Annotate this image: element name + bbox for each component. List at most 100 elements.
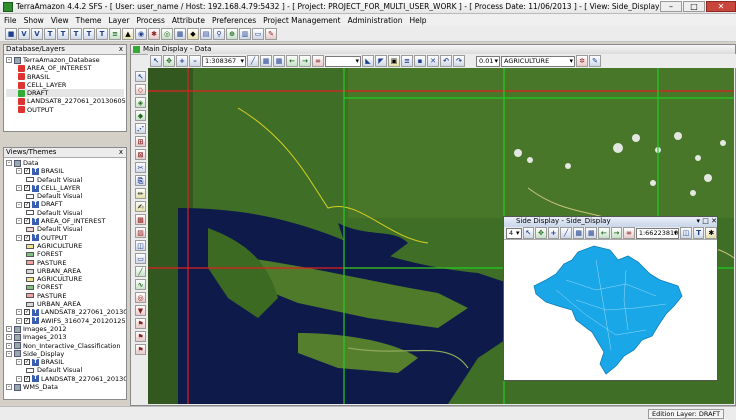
menu-administration[interactable]: Administration [348,16,403,25]
t-icon[interactable]: T [96,27,108,40]
menu-help[interactable]: Help [409,16,426,25]
side-scale-combo[interactable]: 1:66223810 [635,227,680,239]
print-icon[interactable]: ▭ [252,27,264,40]
tree-legend-item[interactable]: AGRICULTURE [6,242,124,250]
save-icon[interactable]: ▣ [388,55,400,67]
binoculars-icon[interactable]: ∞ [623,227,635,239]
tree-view[interactable]: – Images_2013 [6,333,124,341]
style-icon[interactable]: ✲ [576,55,588,67]
tree-theme[interactable]: – ✓ T DRAFT [6,200,124,208]
lock-icon[interactable]: ▲ [122,27,134,40]
tree-layer[interactable]: AREA_OF_INTEREST [6,64,124,72]
db-icon[interactable]: ◉ [135,27,147,40]
zoom-combo[interactable]: 4 [506,227,522,239]
collapse-icon[interactable]: – [16,201,22,208]
minimize-button[interactable]: – [660,1,682,12]
arrow-right-icon[interactable]: → [299,55,311,67]
brush-icon[interactable]: ✎ [265,27,277,40]
tree-legend-item[interactable]: Default Visual [6,225,124,233]
binoculars-icon[interactable]: ∞ [312,55,324,67]
undo-icon[interactable]: ↶ [440,55,452,67]
tree-theme[interactable]: – ✓ T AWIFS_316074_20120125 [6,317,126,325]
zoom-out-icon[interactable]: – [189,55,201,67]
tree-layer[interactable]: CELL_LAYER [6,81,124,89]
collapse-icon[interactable]: – [6,57,12,64]
draw-curve-icon[interactable]: ∿ [135,279,146,290]
scale-combo[interactable]: 1:308367 [202,55,246,67]
flag-icon[interactable]: ⚑ [135,331,146,342]
delete-icon[interactable]: ✕ [427,55,439,67]
side-map[interactable] [506,240,711,378]
style-icon[interactable]: ✱ [705,227,718,239]
line-width-combo[interactable]: 0.01 [476,55,500,67]
tree-legend-item[interactable]: URBAN_AREA [6,300,124,308]
rect-icon[interactable]: ▭ [135,253,146,264]
select-icon[interactable]: ◫ [135,240,146,251]
menu-attribute[interactable]: Attribute [172,16,205,25]
menu-file[interactable]: File [4,16,17,25]
node-add-icon[interactable]: ◆ [135,110,146,121]
grid-icon[interactable]: ▦ [585,227,598,239]
v-icon[interactable]: V [18,27,30,40]
tree-legend-item[interactable]: Default Visual [6,366,124,374]
cursor-icon[interactable]: ◣ [362,55,374,67]
t-icon[interactable]: T [70,27,82,40]
gear-icon[interactable]: ✱ [148,27,160,40]
pan-icon[interactable]: ✥ [163,55,175,67]
copy-icon[interactable]: ⎘ [135,175,146,186]
collapse-icon[interactable]: – [6,326,12,333]
tree-legend-item[interactable]: PASTURE [6,292,124,300]
select-icon[interactable]: ◤ [375,55,387,67]
zoom-icon[interactable]: ⊕ [226,27,238,40]
flag-icon[interactable]: ⚑ [135,318,146,329]
tree-view[interactable]: – Side_Display [6,350,124,358]
layout-icon[interactable]: ◫ [680,227,692,239]
collapse-icon[interactable]: – [16,185,22,192]
draw-line-icon[interactable]: ╱ [135,266,146,277]
close-icon[interactable]: x [116,148,126,157]
maximize-button[interactable]: □ [683,1,705,12]
pencil-icon[interactable]: ✏ [135,188,146,199]
tree-layer-selected[interactable]: DRAFT [6,89,124,98]
tree-theme[interactable]: – ✓ T BRASIL [6,358,124,366]
globe-icon[interactable]: ◎ [161,27,173,40]
menu-process[interactable]: Process [136,16,164,25]
tree-theme[interactable]: – ✓ T OUTPUT [6,234,124,242]
tree-theme[interactable]: –✓TLANDSAT8_227061_20130605 [6,375,126,383]
menu-project-management[interactable]: Project Management [263,16,340,25]
tree-legend-item[interactable]: AGRICULTURE [6,275,124,283]
tree-view[interactable]: – Images_2012 [6,325,124,333]
v-icon[interactable]: V [31,27,43,40]
theme-checkbox[interactable]: ✓ [24,168,30,175]
draw-icon[interactable]: ╱ [247,55,259,67]
tree-theme[interactable]: – ✓ T CELL_LAYER [6,184,124,192]
tree-layer[interactable]: BRASIL [6,73,124,81]
t-icon[interactable]: T [44,27,56,40]
tree-view[interactable]: – Non_Interactive_Classification [6,342,124,350]
pointer-icon[interactable]: ↖ [522,227,535,239]
tree-theme[interactable]: – ✓ T BRASIL [6,167,124,175]
erase-icon[interactable]: ▨ [135,227,146,238]
union-icon[interactable]: ⊠ [135,149,146,160]
tree-layer[interactable]: OUTPUT [6,106,124,114]
t-icon[interactable]: T [57,27,69,40]
layers-icon[interactable]: ≡ [109,27,121,40]
tree-legend-item[interactable]: PASTURE [6,259,124,267]
tree-legend-item[interactable]: Default Visual [6,209,124,217]
tree-theme[interactable]: –✓TLANDSAT8_227061_20130605 [6,308,126,316]
layout-icon[interactable]: ▤ [200,27,212,40]
arrow-right-icon[interactable]: → [610,227,623,239]
arrow-left-icon[interactable]: ← [286,55,298,67]
scale-step-combo[interactable] [325,55,361,67]
theme-checkbox[interactable]: ✓ [24,185,30,192]
t-icon[interactable]: T [83,27,95,40]
collapse-icon[interactable]: – [16,359,22,366]
tree-legend-item[interactable]: FOREST [6,250,124,258]
collapse-icon[interactable]: – [16,309,22,316]
collapse-icon[interactable]: – [16,218,22,225]
menu-preferences[interactable]: Preferences [212,16,256,25]
pointer-icon[interactable]: ↖ [150,55,162,67]
tree-view[interactable]: – WMS_Data [6,383,124,391]
chart-icon[interactable]: ▥ [239,27,251,40]
cut-icon[interactable]: ✂ [135,162,146,173]
